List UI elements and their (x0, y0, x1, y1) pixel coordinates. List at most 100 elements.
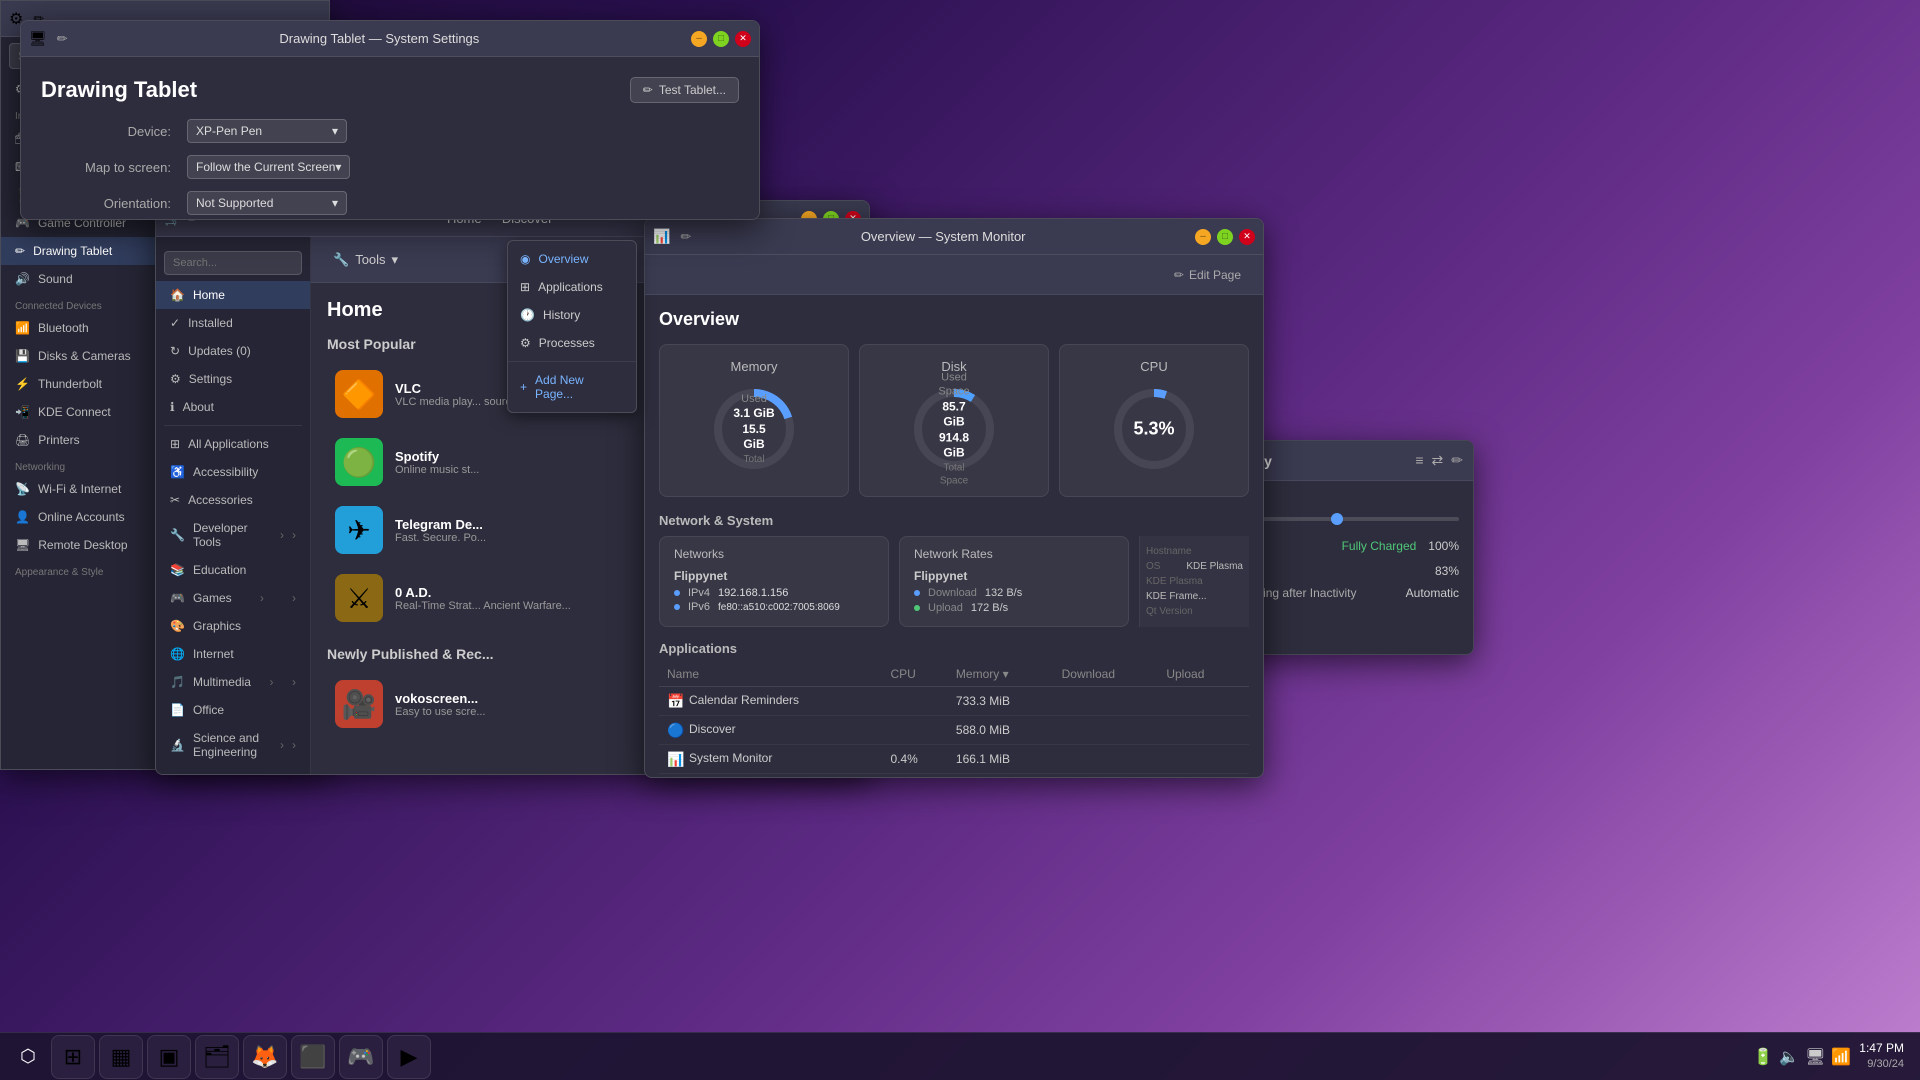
sysmon-close-btn[interactable]: ✕ (1239, 229, 1255, 245)
taskbar-terminal[interactable]: ⬛ (291, 1035, 335, 1079)
terminal-icon: ⬛ (299, 1044, 326, 1070)
sysmon-window: 📊 ✏ Overview — System Monitor – □ ✕ ✏ Ed… (644, 218, 1264, 778)
tools-icon: 🔧 (333, 252, 349, 268)
net-rates-name: Flippynet (914, 569, 1114, 583)
discover-nav-internet[interactable]: 🌐 Internet (156, 640, 310, 668)
discover-nav-graphics[interactable]: 🎨 Graphics (156, 612, 310, 640)
power-menu-icon[interactable]: ≡ (1415, 452, 1423, 469)
kde-row: KDE Plasma (1146, 574, 1243, 589)
os-val: KDE Plasma (1186, 561, 1243, 572)
discover-nav-home[interactable]: 🏠 Home (156, 281, 310, 309)
taskbar-app-switcher[interactable]: ⊞ (51, 1035, 95, 1079)
discover-nav-installed[interactable]: ✓ Installed (156, 309, 310, 337)
tray-display-icon[interactable]: 🖥 (1805, 1047, 1825, 1067)
ipv4-row: IPv4 192.168.1.156 (674, 587, 874, 599)
table-row[interactable]: 🔵Discover 588.0 MiB (659, 716, 1249, 745)
network-rates-card: Network Rates Flippynet Download 132 B/s… (899, 536, 1129, 627)
app-discover-memory: 588.0 MiB (948, 716, 1054, 745)
discover-search-input[interactable] (164, 251, 302, 275)
discover-nav-science[interactable]: 🔬 Science and Engineering › (156, 724, 310, 766)
edit-page-btn[interactable]: ✏ Edit Page (1166, 264, 1249, 286)
dt-device-select[interactable]: XP-Pen Pen ▾ (187, 119, 347, 143)
discover-search-container (156, 245, 310, 281)
networks-name: Flippynet (674, 569, 874, 583)
popup-add-page[interactable]: + Add New Page... (508, 366, 636, 408)
power-settings-icon[interactable]: ⇄ (1432, 452, 1444, 469)
multimedia-icon: 🎵 (170, 675, 185, 689)
battery-percent: 100% (1428, 539, 1459, 553)
popup-history-icon: 🕐 (520, 308, 535, 322)
discover-nav-all[interactable]: ⊞ All Applications (156, 430, 310, 458)
taskbar-dolphin[interactable]: 🗂 (195, 1035, 239, 1079)
discover-nav-syssettings[interactable]: ⚙ System Settings (156, 766, 310, 774)
app-sysmon-download (1054, 745, 1159, 774)
firefox-icon: 🦊 (251, 1044, 278, 1070)
taskbar-firefox[interactable]: 🦊 (243, 1035, 287, 1079)
updates-icon: ↻ (170, 344, 180, 358)
test-tablet-btn[interactable]: ✏ Test Tablet... (630, 77, 739, 103)
home-icon: 🏠 (170, 288, 185, 302)
tools-btn[interactable]: 🔧 Tools ▾ (325, 248, 406, 272)
discover-nav-accessories[interactable]: ✂ Accessories (156, 486, 310, 514)
accessories-icon: ✂ (170, 493, 180, 507)
wifi-icon: 📡 (15, 482, 30, 496)
drawingtablet-icon: ✏ (15, 244, 25, 258)
popup-processes-icon: ⚙ (520, 336, 531, 350)
os-label: OS (1146, 561, 1160, 572)
taskbar-app6[interactable]: 🎮 (339, 1035, 383, 1079)
dt-max-btn[interactable]: □ (713, 31, 729, 47)
app-calendar-name: 📅Calendar Reminders (659, 687, 882, 716)
discover-sidebar: 🏠 Home ✓ Installed ↻ Updates (0) ⚙ Setti… (156, 237, 311, 774)
dt-content: Drawing Tablet ✏ Test Tablet... Device: … (21, 57, 759, 219)
discover-nav-devtools[interactable]: 🔧 Developer Tools › (156, 514, 310, 556)
dt-close-btn[interactable]: ✕ (735, 31, 751, 47)
sysmon-title: Overview — System Monitor (697, 229, 1189, 244)
taskbar-clock[interactable]: 1:47 PM 9/30/24 (1859, 1040, 1904, 1072)
sleep-val: Automatic (1406, 586, 1459, 600)
dt-min-btn[interactable]: – (691, 31, 707, 47)
discover-nav-settings[interactable]: ⚙ Settings (156, 365, 310, 393)
popup-applications[interactable]: ⊞ Applications (508, 273, 636, 301)
devtools-icon: 🔧 (170, 528, 185, 542)
sysmon-toolbar: ✏ Edit Page (645, 255, 1263, 295)
app-calendar-memory: 733.3 MiB (948, 687, 1054, 716)
power-edit-icon[interactable]: ✏ (1451, 452, 1463, 469)
sysmon-max-btn[interactable]: □ (1217, 229, 1233, 245)
discover-nav-about[interactable]: ℹ About (156, 393, 310, 421)
applications-table: Name CPU Memory ▾ Download Upload 📅Calen… (659, 662, 1249, 777)
discover-nav-accessibility[interactable]: ♿ Accessibility (156, 458, 310, 486)
sysmon-app-icon: 📊 (667, 750, 685, 768)
start-btn[interactable]: ⬡ (8, 1037, 48, 1077)
discover-nav-office[interactable]: 📄 Office (156, 696, 310, 724)
discover-nav-multimedia[interactable]: 🎵 Multimedia › (156, 668, 310, 696)
popup-history[interactable]: 🕐 History (508, 301, 636, 329)
remote-icon: 🖥 (15, 538, 30, 552)
sysmon-min-btn[interactable]: – (1195, 229, 1211, 245)
konsole-icon: ▣ (159, 1044, 180, 1070)
taskbar-konsole[interactable]: ▣ (147, 1035, 191, 1079)
popup-overview[interactable]: ◉ Overview (508, 245, 636, 273)
taskbar-app7[interactable]: ▶ (387, 1035, 431, 1079)
table-row[interactable]: 📅Calendar Reminders 733.3 MiB (659, 687, 1249, 716)
col-cpu: CPU (882, 662, 947, 687)
tray-sound-icon[interactable]: 🔈 (1779, 1047, 1799, 1067)
installed-icon: ✓ (170, 316, 180, 330)
qt-label: Qt Version (1146, 606, 1193, 617)
dt-map-select[interactable]: Follow the Current Screen ▾ (187, 155, 350, 179)
table-row[interactable]: 📊System Monitor 0.4% 166.1 MiB (659, 745, 1249, 774)
taskbar-pager[interactable]: ▦ (99, 1035, 143, 1079)
discover-nav-education[interactable]: 📚 Education (156, 556, 310, 584)
power-action-icons: ≡ ⇄ ✏ (1415, 452, 1463, 469)
col-download: Download (1054, 662, 1159, 687)
map-chevron-icon: ▾ (335, 160, 341, 174)
tray-network-icon[interactable]: 📶 (1831, 1047, 1851, 1067)
dt-orientation-select[interactable]: Not Supported ▾ (187, 191, 347, 215)
orientation-chevron-icon: ▾ (332, 196, 338, 210)
tray-battery-icon[interactable]: 🔋 (1753, 1047, 1773, 1067)
app-discover-cpu (882, 716, 947, 745)
discover-nav-updates[interactable]: ↻ Updates (0) (156, 337, 310, 365)
popup-processes[interactable]: ⚙ Processes (508, 329, 636, 357)
discover-nav-games[interactable]: 🎮 Games › (156, 584, 310, 612)
table-row[interactable]: ⚙System Settings 115.5 MiB (659, 774, 1249, 778)
disk-donut-center: Used Space 85.7 GiB 914.8 GiB Total Spac… (932, 371, 977, 488)
